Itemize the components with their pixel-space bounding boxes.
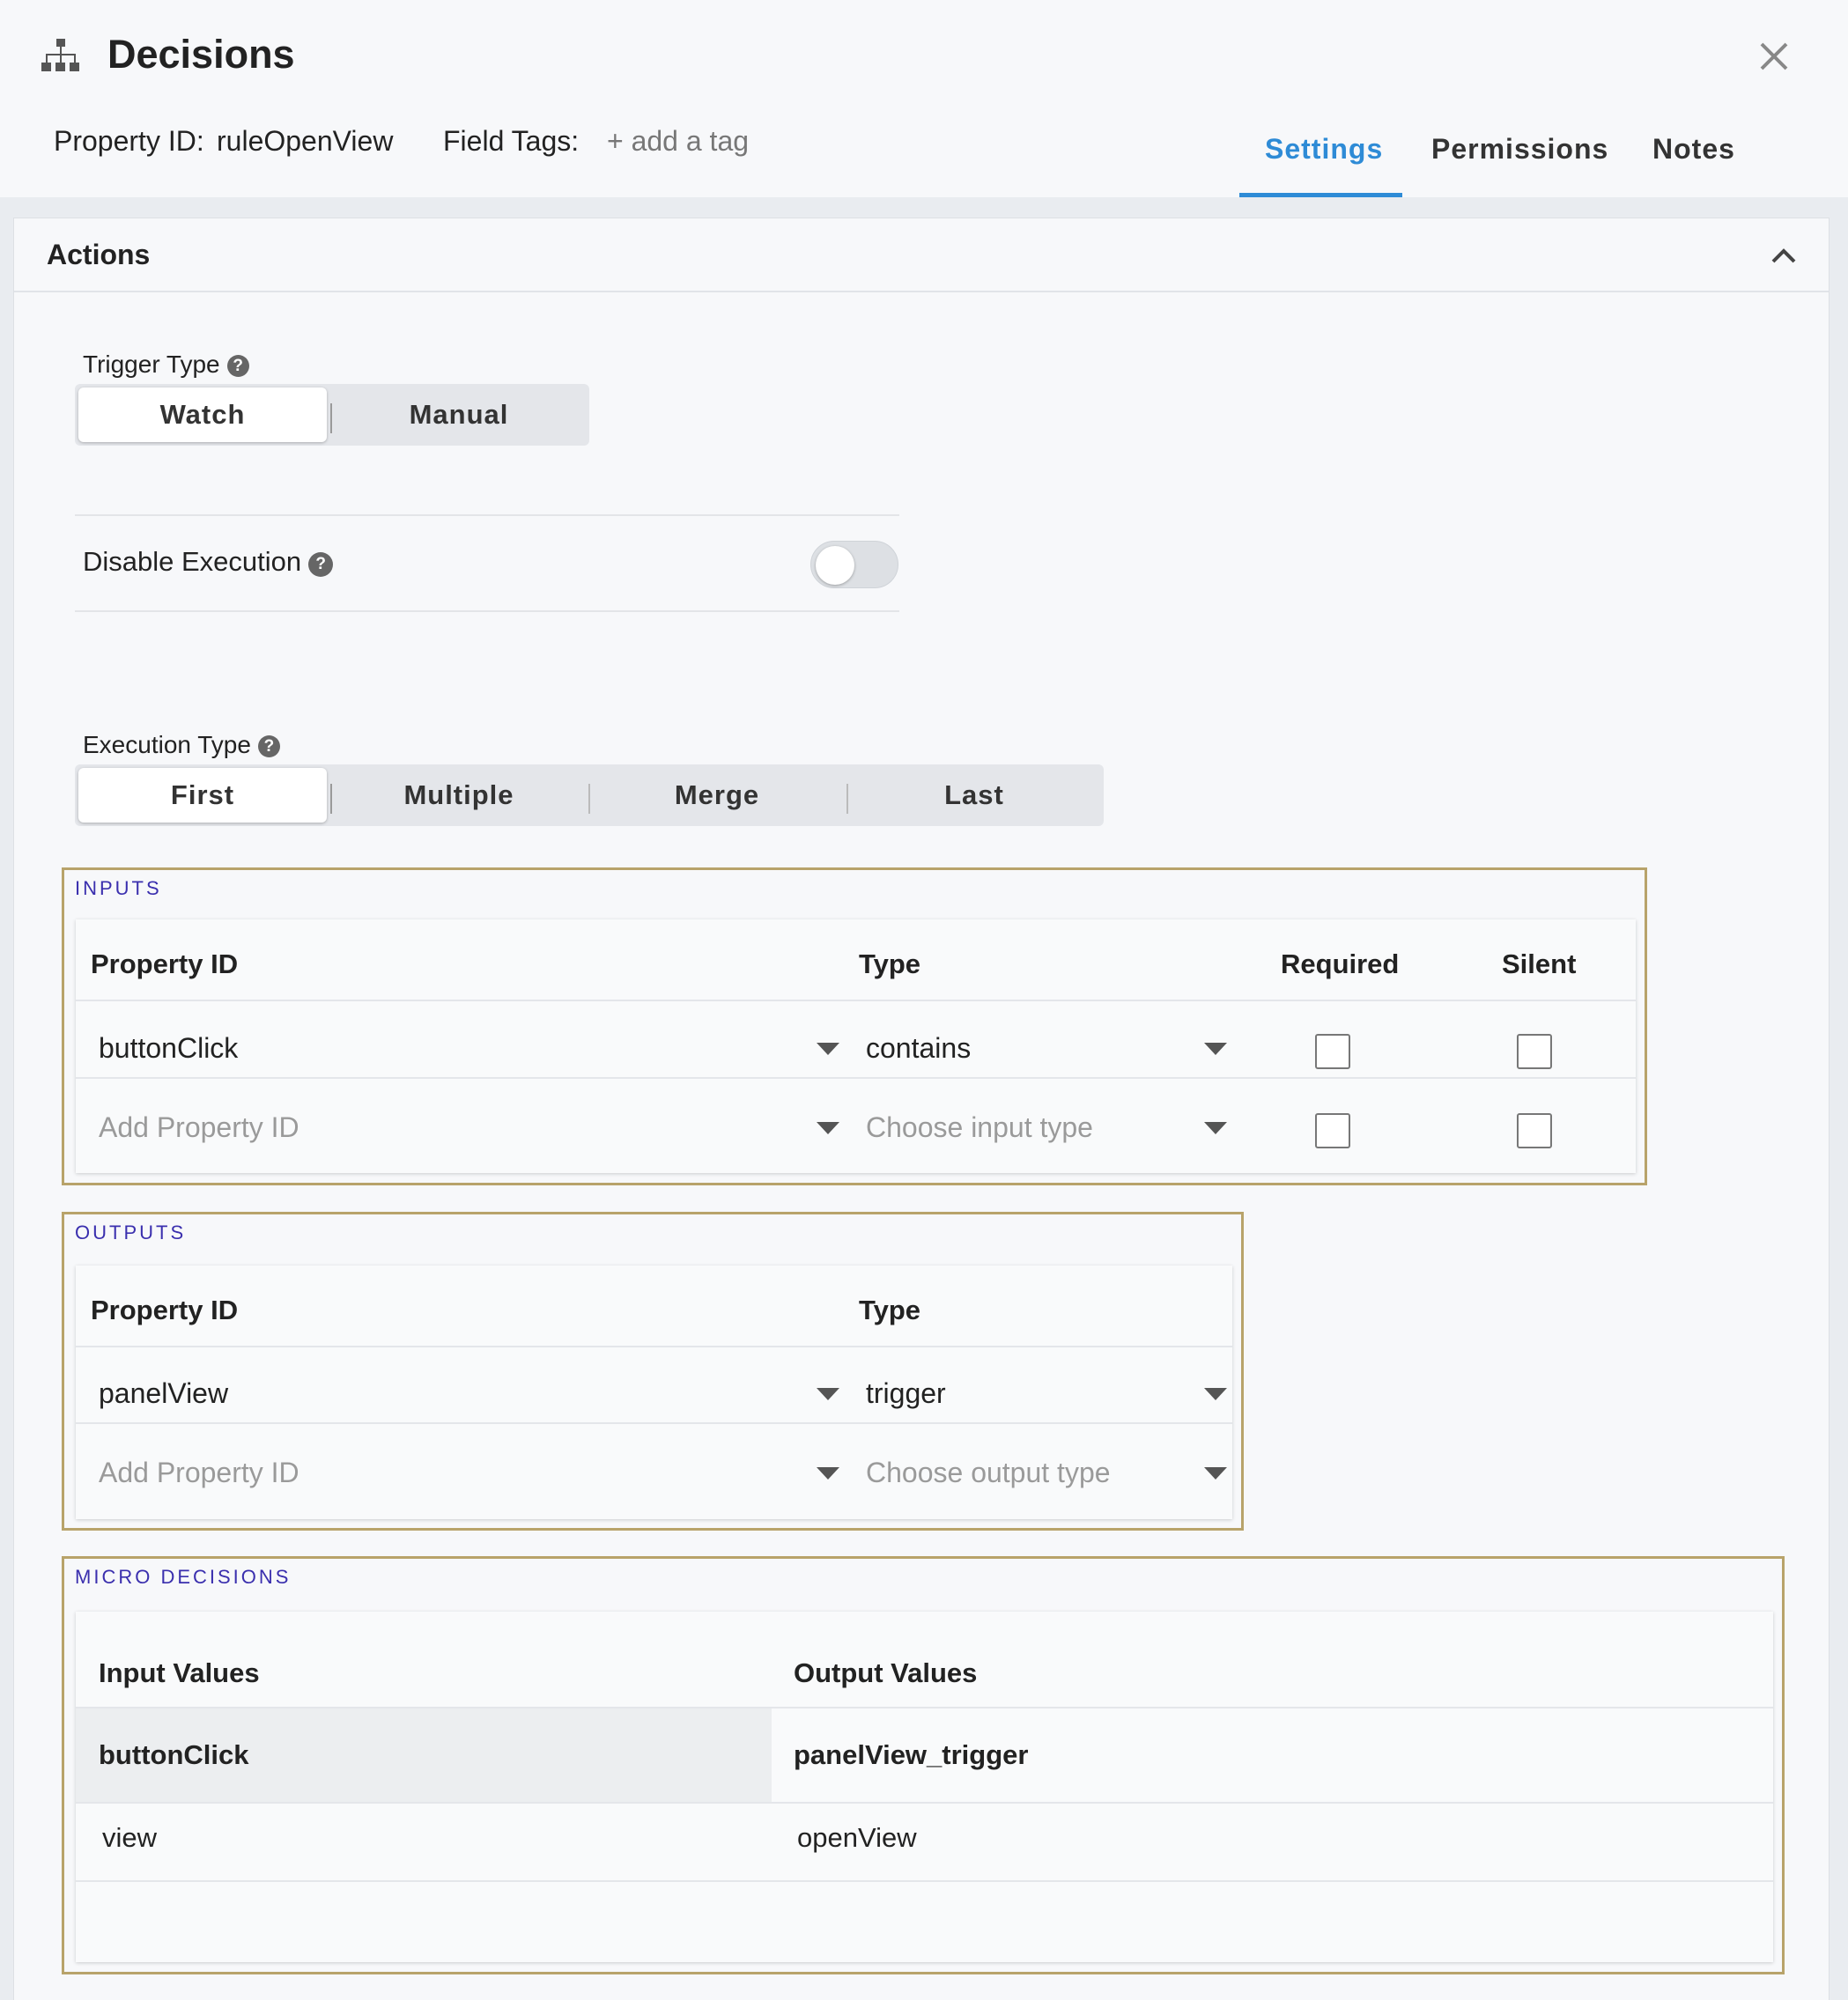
help-icon[interactable]: ? (257, 735, 280, 757)
divider (75, 514, 899, 516)
close-icon[interactable] (1755, 37, 1793, 76)
chevron-down-icon[interactable] (1204, 1122, 1227, 1134)
row-divider (76, 1422, 1232, 1424)
inputs-section-title: INPUTS (75, 877, 162, 899)
output-group-label[interactable]: panelView_trigger (794, 1739, 1028, 1771)
choose-output-type-select[interactable]: Choose output type (866, 1457, 1111, 1489)
column-header-output-values: Output Values (794, 1657, 978, 1688)
inputs-section: INPUTS Property ID Type Required Silent … (62, 867, 1647, 1185)
row-divider (76, 1802, 1773, 1804)
toggle-knob (816, 546, 854, 585)
disable-execution-label: Disable Execution? (83, 546, 334, 578)
disable-execution-label-text: Disable Execution (83, 546, 302, 577)
output-property-id-select[interactable]: panelView (99, 1377, 228, 1410)
outputs-section-title: OUTPUTS (75, 1221, 187, 1244)
field-tags-label: Field Tags: (443, 125, 580, 157)
column-header-silent: Silent (1502, 948, 1577, 979)
silent-checkbox[interactable] (1517, 1113, 1552, 1148)
input-type-select[interactable]: contains (866, 1032, 971, 1065)
tab-settings[interactable]: Settings (1265, 133, 1383, 166)
choose-input-type-select[interactable]: Choose input type (866, 1111, 1093, 1144)
row-divider (76, 1077, 1636, 1079)
output-value-cell[interactable]: openView (797, 1822, 917, 1854)
outputs-table: Property ID Type panelView trigger Add P… (76, 1266, 1232, 1519)
execution-type-segmented-control: First Multiple Merge Last (75, 764, 1104, 826)
chevron-down-icon[interactable] (1204, 1043, 1227, 1055)
active-tab-indicator (1239, 193, 1402, 197)
divider (75, 610, 899, 612)
trigger-type-segmented-control: Watch Manual (75, 384, 589, 446)
row-divider (76, 1346, 1232, 1347)
column-header-required: Required (1281, 948, 1400, 979)
add-tag-input[interactable]: + add a tag (607, 125, 749, 158)
help-icon[interactable]: ? (308, 552, 334, 577)
trigger-watch-button[interactable]: Watch (78, 387, 327, 442)
execution-merge-button[interactable]: Merge (590, 768, 844, 823)
add-property-id-select[interactable]: Add Property ID (99, 1111, 299, 1144)
column-header-property-id: Property ID (91, 1295, 239, 1325)
execution-type-label: Execution Type? (83, 731, 280, 759)
input-value-cell[interactable]: view (102, 1822, 157, 1854)
panel-title: Actions (47, 239, 151, 270)
chevron-up-icon[interactable] (1770, 247, 1797, 264)
output-type-select[interactable]: trigger (866, 1377, 946, 1410)
row-divider (76, 1000, 1636, 1001)
required-checkbox[interactable] (1315, 1113, 1350, 1148)
micro-decisions-section-title: MICRO DECISIONS (75, 1566, 292, 1588)
property-id-label: Property ID: (54, 125, 204, 157)
chevron-down-icon[interactable] (817, 1122, 839, 1134)
column-header-input-values: Input Values (99, 1657, 260, 1688)
execution-last-button[interactable]: Last (848, 768, 1100, 823)
chevron-down-icon[interactable] (1204, 1388, 1227, 1400)
dialog-header: Decisions Property ID: ruleOpenView Fiel… (0, 0, 1848, 197)
silent-checkbox[interactable] (1517, 1034, 1552, 1069)
trigger-type-label: Trigger Type? (83, 351, 249, 379)
add-property-id-select[interactable]: Add Property ID (99, 1457, 299, 1489)
help-icon[interactable]: ? (226, 355, 249, 377)
tab-notes[interactable]: Notes (1652, 133, 1735, 166)
dialog-title: Decisions (107, 32, 295, 77)
actions-panel-header[interactable]: Actions (14, 218, 1829, 292)
micro-decisions-section: MICRO DECISIONS Input Values Output Valu… (62, 1556, 1785, 1974)
chevron-down-icon[interactable] (817, 1467, 839, 1480)
trigger-manual-button[interactable]: Manual (332, 387, 586, 442)
chevron-down-icon[interactable] (1204, 1467, 1227, 1480)
execution-multiple-button[interactable]: Multiple (332, 768, 586, 823)
required-checkbox[interactable] (1315, 1034, 1350, 1069)
inputs-table: Property ID Type Required Silent buttonC… (76, 919, 1636, 1173)
hierarchy-icon (41, 39, 79, 71)
disable-execution-toggle[interactable] (810, 541, 898, 588)
execution-first-button[interactable]: First (78, 768, 327, 823)
outputs-section: OUTPUTS Property ID Type panelView trigg… (62, 1212, 1244, 1531)
input-group-label: buttonClick (99, 1739, 249, 1770)
chevron-down-icon[interactable] (817, 1388, 839, 1400)
chevron-down-icon[interactable] (817, 1043, 839, 1055)
tab-permissions[interactable]: Permissions (1431, 133, 1608, 166)
micro-decisions-table: Input Values Output Values buttonClick p… (76, 1612, 1773, 1962)
column-header-type: Type (859, 948, 921, 979)
row-divider (76, 1880, 1773, 1882)
property-id-value: ruleOpenView (217, 125, 394, 157)
input-property-id-select[interactable]: buttonClick (99, 1032, 238, 1065)
execution-type-label-text: Execution Type (83, 731, 251, 758)
trigger-type-label-text: Trigger Type (83, 351, 220, 378)
column-header-type: Type (859, 1295, 921, 1325)
column-header-property-id: Property ID (91, 948, 239, 979)
